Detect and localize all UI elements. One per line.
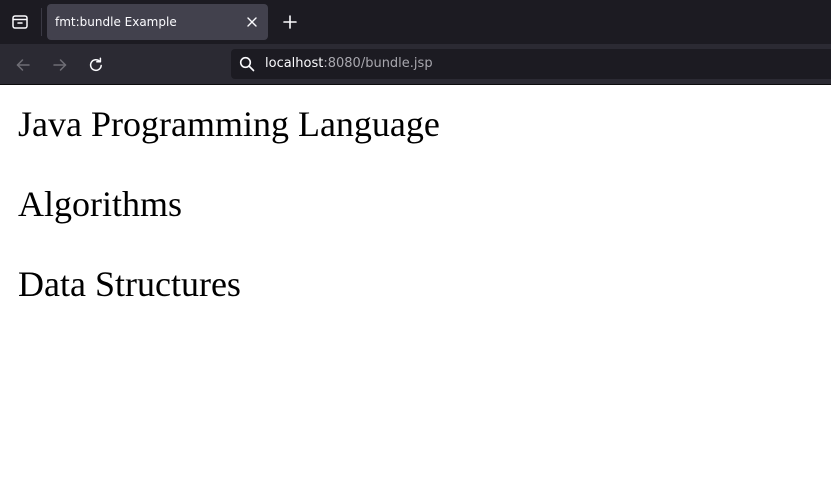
new-tab-button[interactable] (278, 10, 302, 34)
browser-window: fmt:bundle Example localhost:8080/bundle… (0, 0, 831, 479)
tab-active[interactable]: fmt:bundle Example (47, 4, 268, 40)
url-bar[interactable]: localhost:8080/bundle.jsp (231, 49, 831, 79)
tab-separator (41, 8, 42, 36)
page-content: Java Programming Language Algorithms Dat… (0, 85, 831, 479)
reload-button[interactable] (83, 52, 109, 78)
navigation-toolbar: localhost:8080/bundle.jsp (0, 44, 831, 85)
forward-button[interactable] (47, 52, 73, 78)
url-host: localhost (265, 56, 324, 71)
plus-icon (283, 15, 297, 29)
heading-algorithms: Algorithms (18, 184, 183, 224)
tab-title: fmt:bundle Example (55, 15, 177, 29)
back-button[interactable] (10, 52, 36, 78)
tab-overview-button[interactable] (0, 0, 40, 44)
url-path: :8080/bundle.jsp (323, 56, 433, 71)
back-arrow-icon (16, 59, 30, 71)
tab-strip: fmt:bundle Example (0, 0, 831, 44)
close-icon (247, 17, 257, 27)
reload-icon (89, 57, 102, 72)
search-icon (239, 56, 255, 72)
forward-arrow-icon (53, 59, 67, 71)
url-text[interactable]: localhost:8080/bundle.jsp (265, 49, 433, 79)
tab-overview-icon (12, 15, 28, 29)
heading-java-programming-language: Java Programming Language (18, 104, 440, 144)
heading-data-structures: Data Structures (18, 264, 241, 304)
tab-close-button[interactable] (244, 14, 260, 30)
